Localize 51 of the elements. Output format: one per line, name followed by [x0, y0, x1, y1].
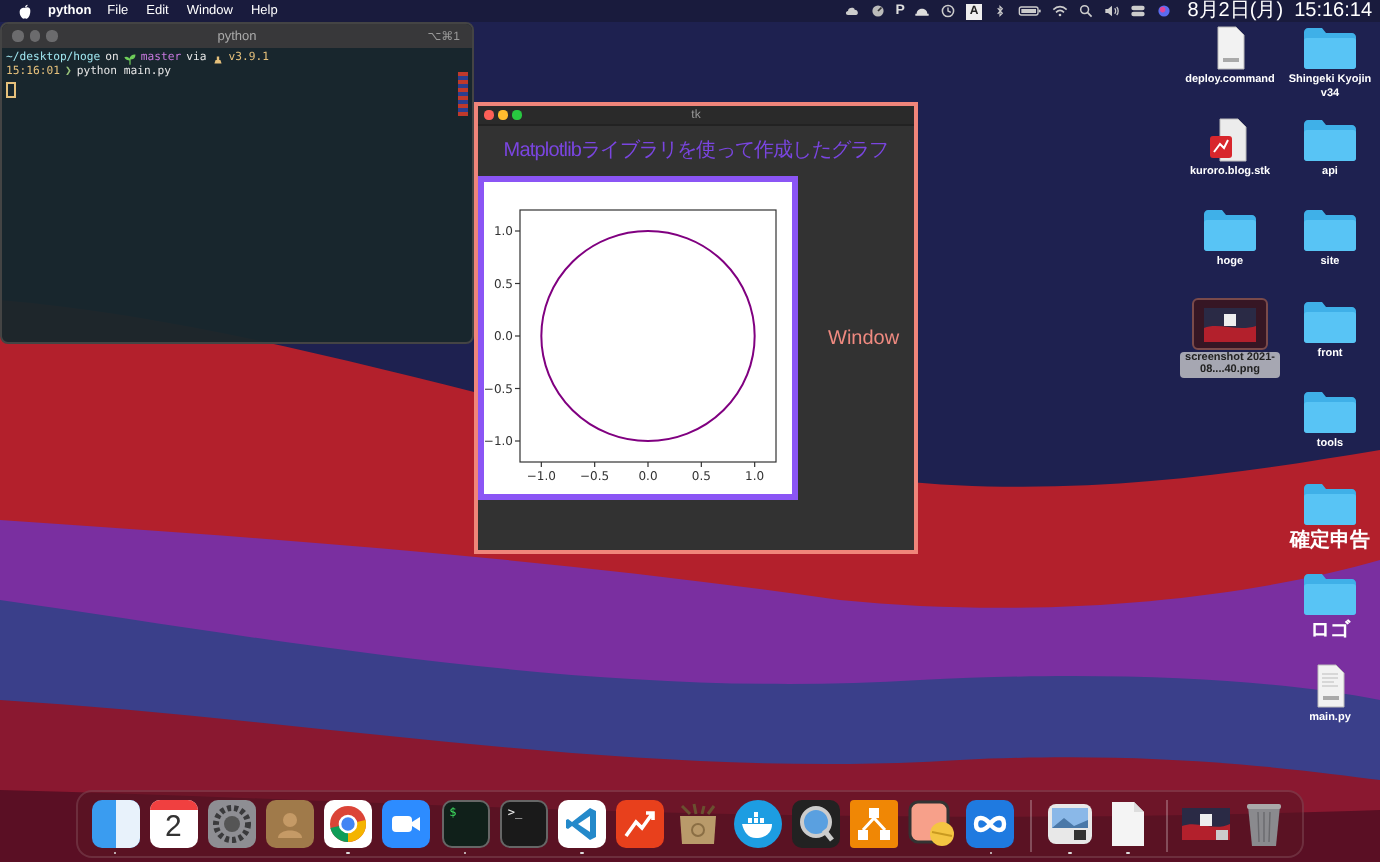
calendar-icon[interactable]: 2 — [149, 800, 198, 848]
graph-heading: Matplotlibライブラリを使って作成したグラフ — [503, 137, 889, 164]
folder-icon[interactable] — [1202, 208, 1258, 252]
tick-mark — [514, 387, 521, 390]
code-editor-icon[interactable] — [558, 800, 607, 848]
folder-icon[interactable] — [1302, 390, 1358, 434]
cloud-icon[interactable] — [843, 4, 860, 18]
whale-icon[interactable] — [733, 800, 782, 848]
hat-icon[interactable] — [914, 4, 931, 18]
tick-mark — [514, 335, 521, 337]
zoom-button[interactable] — [512, 110, 521, 120]
tick-mark — [540, 461, 542, 468]
tick-mark — [754, 461, 756, 468]
bluetooth-icon[interactable] — [991, 4, 1008, 18]
infinity-icon[interactable] — [966, 800, 1015, 848]
file-label[interactable]: ロゴ — [1310, 620, 1350, 642]
photo-viewer-icon[interactable] — [1045, 800, 1094, 848]
battery-icon[interactable] — [1017, 4, 1042, 18]
tick-mark — [647, 461, 649, 468]
gauge-icon[interactable] — [869, 4, 886, 18]
control-center-icon[interactable] — [1129, 4, 1146, 18]
tick-mark — [594, 461, 596, 468]
search-icon[interactable] — [1077, 4, 1094, 18]
browser-icon[interactable] — [324, 800, 373, 848]
speaker-icon[interactable] — [1103, 4, 1120, 18]
video-camera-icon[interactable] — [382, 800, 431, 848]
tick-mark — [514, 230, 521, 232]
tick-mark — [514, 440, 521, 442]
clock-icon[interactable] — [940, 4, 957, 18]
folder-icon[interactable] — [1302, 572, 1358, 616]
text-cursor — [6, 82, 16, 98]
tick-mark — [700, 461, 702, 468]
gear-icon[interactable] — [207, 800, 256, 848]
file-label[interactable]: 確定申告 — [1290, 529, 1370, 551]
folder-icon[interactable] — [1302, 208, 1358, 252]
selection-highlight[interactable] — [1192, 297, 1268, 349]
wifi-icon[interactable] — [1051, 4, 1068, 18]
menu-clock[interactable]: 8月2日(月) 15:16:14 — [1187, 0, 1372, 22]
minimize-button[interactable] — [498, 110, 507, 120]
tick-mark — [514, 282, 521, 285]
sprout-icon — [123, 53, 136, 65]
window-label: Window — [828, 327, 900, 349]
folder-icon[interactable] — [1302, 26, 1358, 70]
magnifier-q-icon[interactable] — [791, 800, 840, 848]
close-button[interactable] — [484, 110, 493, 120]
contact-book-icon[interactable] — [266, 800, 315, 848]
apple-logo-icon[interactable] — [18, 3, 32, 19]
scroll-markers — [458, 72, 468, 116]
pill-icon[interactable] — [908, 800, 957, 848]
diagram-icon[interactable] — [849, 800, 898, 848]
siri-icon[interactable] — [1155, 4, 1172, 18]
